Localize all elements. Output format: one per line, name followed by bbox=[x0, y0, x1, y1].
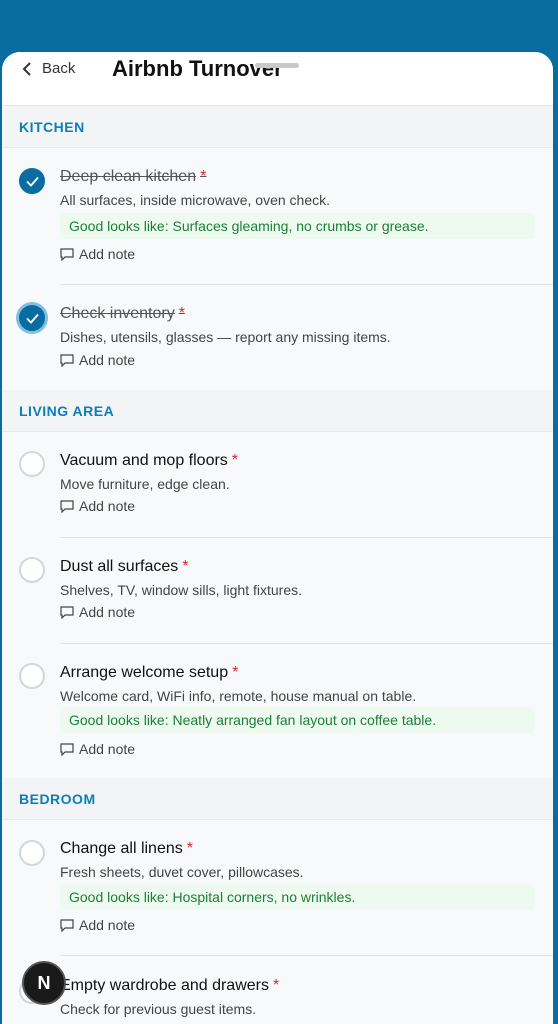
dev-tools-logo: N bbox=[37, 972, 51, 993]
item-title: Deep clean kitchen * bbox=[60, 168, 207, 185]
required-marker: * bbox=[272, 977, 280, 994]
check-icon bbox=[26, 313, 39, 324]
required-marker: * bbox=[178, 305, 185, 322]
item-title: Vacuum and mop floors * bbox=[60, 452, 239, 469]
section-header-kitchen: KITCHEN bbox=[2, 106, 553, 148]
comment-icon bbox=[60, 499, 74, 513]
item-checkbox[interactable] bbox=[19, 305, 45, 331]
item-checkbox[interactable] bbox=[19, 840, 45, 866]
checklist-item: Arrange welcome setup * Welcome card, WiF… bbox=[2, 644, 553, 778]
bottom-sheet: Back Airbnb Turnover KITCHEN Deep clean … bbox=[2, 52, 553, 1024]
back-label: Back bbox=[42, 60, 76, 77]
section-label: LIVING AREA bbox=[19, 402, 115, 419]
item-checkbox[interactable] bbox=[19, 557, 45, 583]
add-note-button[interactable]: Add note bbox=[60, 741, 135, 757]
item-description: Check for previous guest items. bbox=[60, 1001, 257, 1017]
item-title: Dust all surfaces * bbox=[60, 558, 189, 575]
comment-icon bbox=[60, 918, 74, 932]
checklist-item: Vacuum and mop floors * Move furniture, e… bbox=[2, 432, 553, 538]
required-marker: * bbox=[186, 840, 193, 857]
sheet-header: Back Airbnb Turnover bbox=[2, 52, 553, 106]
add-note-button[interactable]: Add note bbox=[60, 498, 135, 514]
required-marker: * bbox=[232, 664, 239, 681]
section-label: BEDROOM bbox=[19, 790, 96, 807]
comment-icon bbox=[60, 742, 74, 756]
sheet-drag-handle[interactable] bbox=[255, 63, 299, 68]
dev-tools-button[interactable]: N bbox=[22, 961, 66, 1005]
good-looks-like-hint: Good looks like: Hospital corners, no wr… bbox=[60, 884, 535, 910]
checklist-item: Deep clean kitchen * All surfaces, inside… bbox=[2, 148, 553, 285]
comment-icon bbox=[60, 605, 74, 619]
add-note-button[interactable]: Add note bbox=[60, 917, 135, 933]
required-marker: * bbox=[231, 452, 239, 469]
checklist-item: Dust all surfaces * Shelves, TV, window s… bbox=[2, 538, 553, 644]
required-marker: * bbox=[200, 168, 207, 185]
check-icon bbox=[26, 176, 39, 187]
good-looks-like-hint: Good looks like: Neatly arranged fan lay… bbox=[60, 707, 535, 733]
add-note-button[interactable]: Add note bbox=[60, 352, 135, 368]
page-title: Airbnb Turnover bbox=[112, 56, 283, 81]
comment-icon bbox=[60, 353, 74, 367]
chevron-left-icon bbox=[22, 61, 31, 76]
required-marker: * bbox=[182, 558, 189, 575]
section-header-bedroom: BEDROOM bbox=[2, 778, 553, 820]
item-description: Welcome card, WiFi info, remote, house m… bbox=[60, 688, 417, 704]
item-description: All surfaces, inside microwave, oven che… bbox=[60, 192, 330, 208]
item-title: Change all linens * bbox=[60, 840, 193, 857]
item-checkbox[interactable] bbox=[19, 451, 45, 477]
checklist-item: Check inventory * Dishes, utensils, glass… bbox=[2, 285, 553, 390]
item-description: Dishes, utensils, glasses — report any m… bbox=[60, 329, 391, 345]
item-checkbox[interactable] bbox=[19, 168, 45, 194]
good-looks-like-hint: Good looks like: Surfaces gleaming, no c… bbox=[60, 213, 535, 239]
add-note-button[interactable]: Add note bbox=[60, 604, 135, 620]
section-header-living-area: LIVING AREA bbox=[2, 390, 553, 432]
item-description: Fresh sheets, duvet cover, pillowcases. bbox=[60, 864, 304, 880]
item-title: Check inventory * bbox=[60, 305, 185, 322]
add-note-button[interactable]: Add note bbox=[60, 246, 135, 262]
checklist-item: Change all linens * Fresh sheets, duvet c… bbox=[2, 820, 553, 956]
checklist-item: Empty wardrobe and drawers * Check for pr… bbox=[2, 956, 553, 1024]
item-description: Move furniture, edge clean. bbox=[60, 476, 230, 492]
item-checkbox[interactable] bbox=[19, 663, 45, 689]
back-button[interactable]: Back bbox=[22, 60, 75, 77]
item-title: Arrange welcome setup * bbox=[60, 664, 239, 681]
item-description: Shelves, TV, window sills, light fixture… bbox=[60, 582, 302, 598]
section-label: KITCHEN bbox=[19, 118, 85, 135]
item-title: Empty wardrobe and drawers * bbox=[60, 977, 280, 994]
comment-icon bbox=[60, 247, 74, 261]
